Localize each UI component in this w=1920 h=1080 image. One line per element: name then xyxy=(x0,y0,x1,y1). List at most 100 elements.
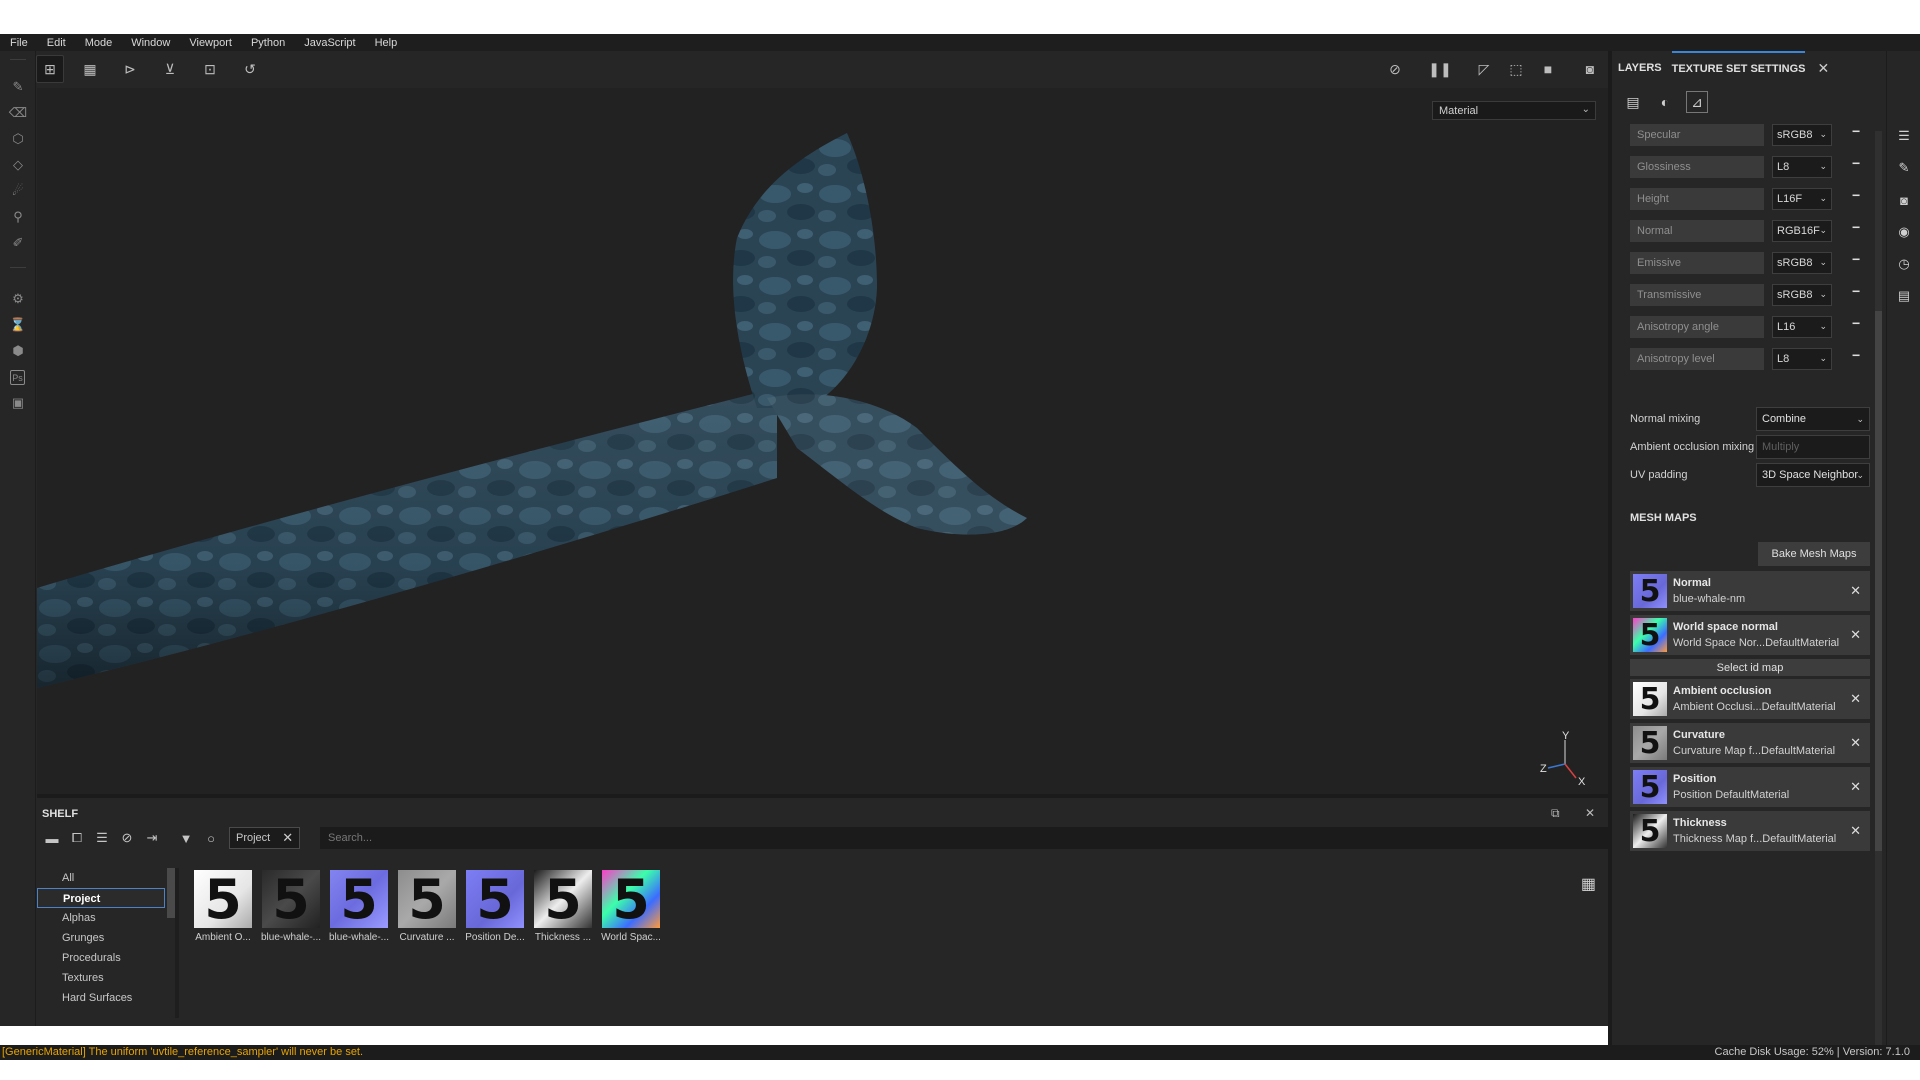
history-reset-icon[interactable]: ↺ xyxy=(236,55,264,83)
channel-format-select[interactable]: L8 ⌄ xyxy=(1772,156,1832,178)
menu-window[interactable]: Window xyxy=(131,37,170,49)
pause-icon[interactable]: ❚❚ xyxy=(1426,55,1454,83)
remove-channel-icon[interactable]: − xyxy=(1852,123,1860,139)
screenshot-camera-icon[interactable]: ◙ xyxy=(1576,55,1604,83)
category-scrollbar[interactable] xyxy=(167,868,175,918)
tab-layers[interactable]: LAYERS xyxy=(1618,51,1662,85)
project-filter-tag[interactable]: Project ✕ xyxy=(229,827,301,849)
category-project[interactable]: Project xyxy=(37,888,165,908)
symmetry-icon[interactable]: ⊳ xyxy=(116,55,144,83)
reset-filter-icon[interactable]: ○ xyxy=(201,828,221,848)
select-id-map-button[interactable]: Select id map xyxy=(1630,659,1870,676)
menu-viewport[interactable]: Viewport xyxy=(189,37,232,49)
bake-icon[interactable]: ⌛ xyxy=(8,315,28,335)
view-2d-icon[interactable]: ◸ xyxy=(1470,55,1498,83)
remove-channel-icon[interactable]: − xyxy=(1852,187,1860,203)
color-picker-icon[interactable]: ✐ xyxy=(8,233,28,253)
remove-channel-icon[interactable]: − xyxy=(1852,155,1860,171)
log-document-icon[interactable]: ▤ xyxy=(1895,287,1913,305)
mesh-map-ambient-occlusion[interactable]: 5 Ambient occlusion Ambient Occlusi...Def… xyxy=(1630,679,1870,719)
category-procedurals[interactable]: Procedurals xyxy=(37,948,165,968)
resource-item[interactable]: 5 Curvature ... xyxy=(393,868,461,943)
properties-brush-icon[interactable]: ✎ xyxy=(1895,159,1913,177)
material-sphere-icon[interactable]: ◐ xyxy=(1654,91,1676,113)
remove-channel-icon[interactable]: − xyxy=(1852,251,1860,267)
close-shelf-icon[interactable]: ✕ xyxy=(1585,806,1595,820)
clone-stamp-icon[interactable]: ⚲ xyxy=(8,207,28,227)
remove-map-icon[interactable]: ✕ xyxy=(1850,735,1861,751)
smudge-icon[interactable]: ☄ xyxy=(8,181,28,201)
mesh-map-thickness[interactable]: 5 Thickness Thickness Map f...DefaultMate… xyxy=(1630,811,1870,851)
menu-edit[interactable]: Edit xyxy=(47,37,66,49)
filter-icon[interactable]: ▼ xyxy=(176,828,196,848)
remove-map-icon[interactable]: ✕ xyxy=(1850,627,1861,643)
resource-item[interactable]: 5 Position De... xyxy=(461,868,529,944)
remove-channel-icon[interactable]: − xyxy=(1852,219,1860,235)
resource-item[interactable]: 5 World Spac... xyxy=(597,868,665,944)
material-mode-select[interactable]: Material ⌄ xyxy=(1432,101,1596,120)
projection-icon[interactable]: ⬡ xyxy=(8,129,28,149)
uv-padding-select[interactable]: 3D Space Neighbor ⌄ xyxy=(1756,463,1870,487)
menu-file[interactable]: File xyxy=(10,37,28,49)
remove-channel-icon[interactable]: − xyxy=(1852,315,1860,331)
menu-mode[interactable]: Mode xyxy=(85,37,113,49)
shelf-search-input[interactable]: Search... xyxy=(320,827,1636,849)
channel-format-select[interactable]: L16F ⌄ xyxy=(1772,188,1832,210)
environment-globe-icon[interactable]: ◉ xyxy=(1895,223,1913,241)
export-icon[interactable]: ▣ xyxy=(8,393,28,413)
resource-item[interactable]: 5 blue-whale-... xyxy=(325,868,393,944)
mesh-map-normal[interactable]: 5 Normal blue-whale-nm ✕ xyxy=(1630,571,1870,611)
panel-scrollbar[interactable] xyxy=(1875,131,1882,1051)
polygon-fill-icon[interactable]: ◇ xyxy=(8,155,28,175)
mesh-map-position[interactable]: 5 Position Position DefaultMaterial ✕ xyxy=(1630,767,1870,807)
hide-icon[interactable]: ⊘ xyxy=(117,828,137,848)
channel-format-select[interactable]: sRGB8 ⌄ xyxy=(1772,284,1832,306)
resource-item[interactable]: 5 blue-whale-... xyxy=(257,868,325,944)
category-grunges[interactable]: Grunges xyxy=(37,928,165,948)
normal-mixing-select[interactable]: Combine ⌄ xyxy=(1756,407,1870,431)
remove-map-icon[interactable]: ✕ xyxy=(1850,691,1861,707)
paint-brush-icon[interactable]: ✎ xyxy=(8,77,28,97)
view-3d-cube-icon[interactable]: ⬚ xyxy=(1502,55,1530,83)
tab-texture-set-settings[interactable]: TEXTURE SET SETTINGS xyxy=(1671,51,1806,85)
list-icon[interactable]: ☰ xyxy=(92,828,112,848)
eraser-icon[interactable]: ⌫ xyxy=(8,103,28,123)
menu-python[interactable]: Python xyxy=(251,37,285,49)
category-textures[interactable]: Textures xyxy=(37,968,165,988)
remove-map-icon[interactable]: ✕ xyxy=(1850,823,1861,839)
mesh-map-world-space-normal[interactable]: 5 World space normal World Space Nor...De… xyxy=(1630,615,1870,655)
category-alphas[interactable]: Alphas xyxy=(37,908,165,928)
history-clock-icon[interactable]: ◷ xyxy=(1895,255,1913,273)
channel-format-select[interactable]: sRGB8 ⌄ xyxy=(1772,124,1832,146)
uv-crop-icon[interactable]: ⊿ xyxy=(1686,91,1708,113)
3d-viewport[interactable]: Material ⌄ Y Z X xyxy=(37,88,1608,794)
channel-format-select[interactable]: L8 ⌄ xyxy=(1772,348,1832,370)
remove-filter-icon[interactable]: ✕ xyxy=(282,830,293,846)
vertical-symmetry-icon[interactable]: ⊻ xyxy=(156,55,184,83)
new-tab-icon[interactable]: ⧠ xyxy=(67,828,87,848)
multi-grid-icon[interactable]: ▦ xyxy=(76,55,104,83)
add-frame-icon[interactable]: ⊡ xyxy=(196,55,224,83)
camera-icon[interactable]: ■ xyxy=(1534,55,1562,83)
remove-channel-icon[interactable]: − xyxy=(1852,283,1860,299)
import-icon[interactable]: ⇥ xyxy=(142,828,162,848)
texture-set-icon[interactable]: ▤ xyxy=(1622,91,1644,113)
settings-gear-icon[interactable]: ⚙ xyxy=(8,289,28,309)
category-all[interactable]: All xyxy=(37,868,165,888)
menu-javascript[interactable]: JavaScript xyxy=(304,37,355,49)
grid-view-icon[interactable]: ▦ xyxy=(1581,874,1596,894)
remove-map-icon[interactable]: ✕ xyxy=(1850,779,1861,795)
mesh-map-curvature[interactable]: 5 Curvature Curvature Map f...DefaultMate… xyxy=(1630,723,1870,763)
remove-map-icon[interactable]: ✕ xyxy=(1850,583,1861,599)
photoshop-export-icon[interactable]: Ps xyxy=(10,370,25,385)
channel-format-select[interactable]: RGB16F ⌄ xyxy=(1772,220,1832,242)
remove-channel-icon[interactable]: − xyxy=(1852,347,1860,363)
plugin-icon[interactable]: ⬢ xyxy=(8,341,28,361)
scrollbar-thumb[interactable] xyxy=(1875,311,1882,851)
display-settings-icon[interactable]: ◙ xyxy=(1895,191,1913,209)
layers-stack-icon[interactable]: ☰ xyxy=(1895,127,1913,145)
folder-icon[interactable]: ▬ xyxy=(42,828,62,848)
shelf-splitter[interactable] xyxy=(175,868,179,1018)
bake-mesh-maps-button[interactable]: Bake Mesh Maps xyxy=(1758,542,1870,566)
channel-format-select[interactable]: sRGB8 ⌄ xyxy=(1772,252,1832,274)
